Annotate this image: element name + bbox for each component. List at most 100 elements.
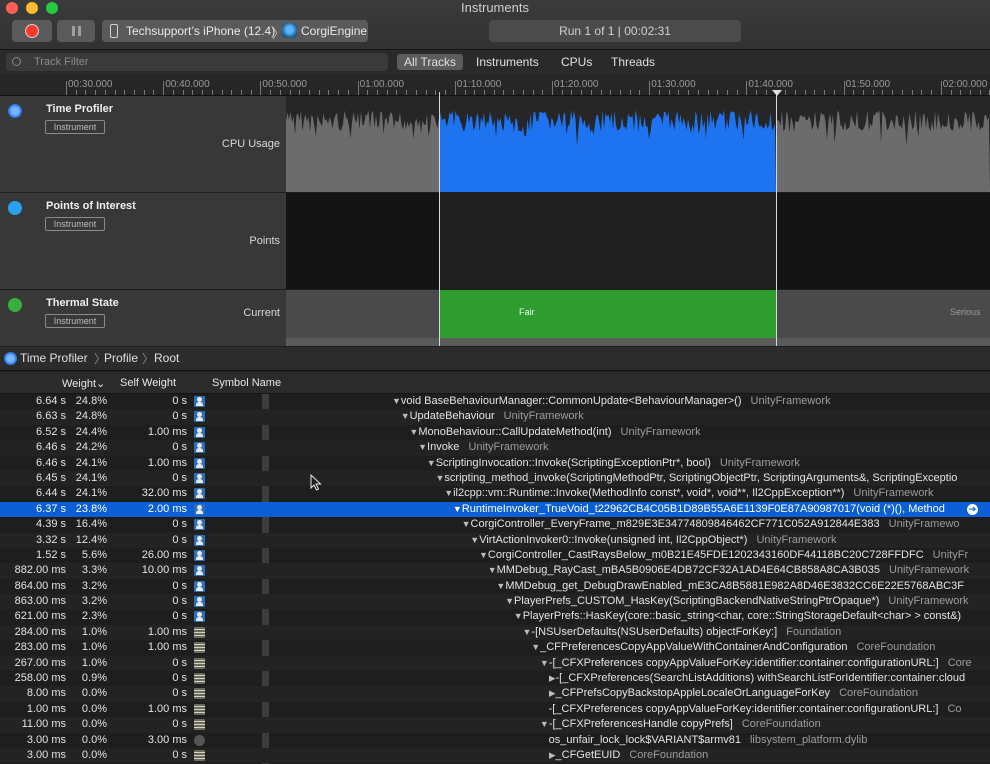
call-tree-row[interactable]: 1.52 s 5.6% 26.00 ms ▼CorgiController_CastR… (0, 548, 990, 563)
ruler-tick-label: 01:10.000 (456, 79, 502, 90)
weight-percent-cell: 1.0% (81, 625, 107, 638)
call-tree-row[interactable]: 882.00 ms 3.3% 10.00 ms ▼MMDebug_RayCast_mB… (0, 563, 990, 579)
ruler-tick (678, 90, 680, 95)
disclosure-collapsed-icon[interactable]: ▶ (549, 750, 556, 760)
call-tree-row[interactable]: 3.00 ms 0.0% 0 s ▶_CFGetEUID CoreFoundation (0, 747, 990, 764)
disclosure-expanded-icon[interactable]: ▼ (462, 519, 471, 529)
disclosure-expanded-icon[interactable]: ▼ (401, 411, 410, 421)
track-header: Points of Interest Instrument Points (0, 193, 286, 289)
library-name: UnityFramework (756, 533, 837, 546)
call-tree-row[interactable]: 4.39 s 16.4% 0 s ▼CorgiController_EveryFram… (0, 517, 990, 532)
breadcrumb-root[interactable]: Root (154, 351, 179, 365)
thermal-graph[interactable]: Fair Serious (286, 290, 990, 346)
ruler-tick (377, 90, 379, 95)
disclosure-expanded-icon[interactable]: ▼ (418, 442, 427, 452)
points-graph[interactable] (286, 193, 990, 289)
tab-cpus[interactable]: CPUs (554, 54, 599, 70)
ruler-tick-label: 01:00.000 (359, 79, 405, 90)
record-button[interactable] (12, 20, 52, 42)
weight-percent-cell: 0.0% (81, 718, 107, 731)
symbol-name-cell: ▼MMDebug_get_DebugDrawEnabled_mE3CA8B588… (496, 579, 990, 594)
track-thermal-state[interactable]: Thermal State Instrument Current Fair Se… (0, 290, 990, 346)
track-header: Time Profiler Instrument CPU Usage (0, 96, 286, 192)
disclosure-expanded-icon[interactable]: ▼ (427, 458, 436, 468)
user-code-icon (194, 457, 205, 469)
track-time-profiler[interactable]: Time Profiler Instrument CPU Usage (0, 96, 990, 192)
disclosure-expanded-icon[interactable]: ▼ (479, 550, 488, 560)
tab-threads[interactable]: Threads (604, 54, 662, 70)
call-tree-row[interactable]: 621.00 ms 2.3% 0 s ▼PlayerPrefs::HasKey(cor… (0, 609, 990, 624)
selection-start-marker[interactable] (439, 92, 440, 346)
call-tree-row[interactable]: 3.32 s 12.4% 0 s ▼VirtActionInvoker0::Invok… (0, 532, 990, 548)
ruler-tick (124, 90, 126, 95)
column-weight[interactable]: Weight⌄ (62, 377, 105, 390)
user-code-icon (194, 442, 205, 454)
call-tree-row[interactable]: 1.00 ms 0.0% 1.00 ms -[_CFXPreferences copy… (0, 702, 990, 717)
disclosure-expanded-icon[interactable]: ▼ (453, 504, 462, 514)
call-tree-row[interactable]: 6.63 s 24.8% 0 s ▼UpdateBehaviour UnityFrame… (0, 409, 990, 425)
tab-instruments[interactable]: Instruments (469, 54, 546, 70)
disclosure-expanded-icon[interactable]: ▼ (444, 488, 453, 498)
call-tree-row[interactable]: 864.00 ms 3.2% 0 s ▼MMDebug_get_DebugDrawEn… (0, 579, 990, 594)
disclosure-expanded-icon[interactable]: ▼ (496, 581, 505, 591)
column-symbol-name[interactable]: Symbol Name (212, 377, 281, 389)
call-tree-row[interactable]: 6.37 s 23.8% 2.00 ms ▼RuntimeInvoker_TrueVo… (0, 501, 990, 518)
disclosure-expanded-icon[interactable]: ▼ (470, 535, 479, 545)
disclosure-expanded-icon[interactable]: ▼ (392, 396, 401, 406)
ruler-tick (289, 90, 291, 95)
library-name: UnityFramewo (888, 518, 960, 531)
track-points-of-interest[interactable]: Points of Interest Instrument Points (0, 193, 990, 289)
call-tree-row[interactable]: 3.00 ms 0.0% 3.00 ms os_unfair_lock_lock$VA… (0, 733, 990, 748)
cpu-usage-waveform (286, 110, 990, 192)
breadcrumb-time-profiler[interactable]: Time Profiler (20, 351, 88, 365)
call-tree-row[interactable]: 6.52 s 24.4% 1.00 ms ▼MonoBehaviour::CallUp… (0, 425, 990, 440)
symbol-name: _CFGetEUID (555, 748, 621, 761)
call-tree-row[interactable]: 284.00 ms 1.0% 1.00 ms ▼-[NSUserDefaults(NS… (0, 624, 990, 641)
selection-end-marker[interactable] (776, 92, 777, 346)
call-tree-row[interactable]: 267.00 ms 1.0% 0 s ▼-[_CFXPreferences copyA… (0, 655, 990, 672)
symbol-name: PlayerPrefs_CUSTOM_HasKey(ScriptingBacke… (514, 595, 880, 608)
framework-icon (194, 673, 205, 685)
call-tree-row[interactable]: 283.00 ms 1.0% 1.00 ms ▼_CFPreferencesCopyA… (0, 640, 990, 655)
call-tree-row[interactable]: 258.00 ms 0.9% 0 s ▶-[_CFXPreferences(Searc… (0, 671, 990, 686)
playhead-icon[interactable] (772, 90, 782, 96)
disclosure-expanded-icon[interactable]: ▼ (531, 642, 540, 652)
disclosure-expanded-icon[interactable]: ▼ (505, 596, 514, 606)
timeline-ruler[interactable]: 00:30.000 00:40.000 00:50.000 01:00.000 01:1… (0, 74, 990, 96)
ruler-tick (503, 90, 505, 95)
disclosure-expanded-icon[interactable]: ▼ (514, 611, 523, 621)
ruler-tick (406, 90, 408, 95)
breadcrumb-profile[interactable]: Profile (104, 351, 138, 365)
thermal-fair-segment: Fair (439, 290, 776, 338)
points-of-interest-icon (8, 201, 22, 215)
call-tree-row[interactable]: 6.46 s 24.2% 0 s ▼Invoke UnityFramework (0, 440, 990, 456)
disclosure-collapsed-icon[interactable]: ▶ (549, 673, 556, 683)
ruler-tick-label: 00:40.000 (165, 79, 210, 90)
ruler-tick (853, 90, 855, 95)
call-tree-row[interactable]: 6.45 s 24.1% 0 s ▼scripting_method_invoke(S… (0, 470, 990, 487)
disclosure-expanded-icon[interactable]: ▼ (540, 658, 549, 668)
call-tree[interactable]: 6.64 s 24.8% 0 s ▼void BaseBehaviourManager… (0, 394, 990, 764)
symbol-name: UpdateBehaviour (409, 410, 495, 423)
call-tree-row[interactable]: 11.00 ms 0.0% 0 s ▼-[_CFXPreferencesHandle … (0, 717, 990, 733)
symbol-name-cell: ▼RuntimeInvoker_TrueVoid_t22962CB4C05B1D… (453, 502, 990, 517)
call-tree-row[interactable]: 8.00 ms 0.0% 0 s ▶_CFPrefsCopyBackstopApple… (0, 686, 990, 702)
go-to-source-icon[interactable]: ➔ (967, 503, 978, 515)
disclosure-collapsed-icon[interactable]: ▶ (549, 688, 556, 698)
cpu-usage-graph[interactable] (286, 96, 990, 192)
call-tree-row[interactable]: 6.46 s 24.1% 1.00 ms ▼ScriptingInvocation::… (0, 456, 990, 471)
self-weight-cell: 0 s (172, 672, 187, 685)
disclosure-expanded-icon[interactable]: ▼ (409, 427, 418, 437)
weight-percent-cell: 12.4% (75, 533, 107, 546)
disclosure-expanded-icon[interactable]: ▼ (540, 719, 549, 729)
library-name: UnityFramework (750, 395, 831, 407)
pause-button[interactable] (57, 20, 95, 42)
track-filter-input[interactable]: Track Filter (6, 53, 388, 71)
target-device-selector[interactable]: Techsupport’s iPhone (12.4) 〉 CorgiEngin… (102, 20, 368, 42)
column-self-weight[interactable]: Self Weight (120, 377, 176, 389)
call-tree-row[interactable]: 863.00 ms 3.2% 0 s ▼PlayerPrefs_CUSTOM_HasK… (0, 594, 990, 610)
call-tree-row[interactable]: 6.64 s 24.8% 0 s ▼void BaseBehaviourManager… (0, 394, 990, 409)
disclosure-expanded-icon[interactable]: ▼ (488, 565, 497, 575)
tab-all-tracks[interactable]: All Tracks (397, 54, 464, 70)
call-tree-row[interactable]: 6.44 s 24.1% 32.00 ms ▼il2cpp::vm::Runtime:… (0, 486, 990, 501)
